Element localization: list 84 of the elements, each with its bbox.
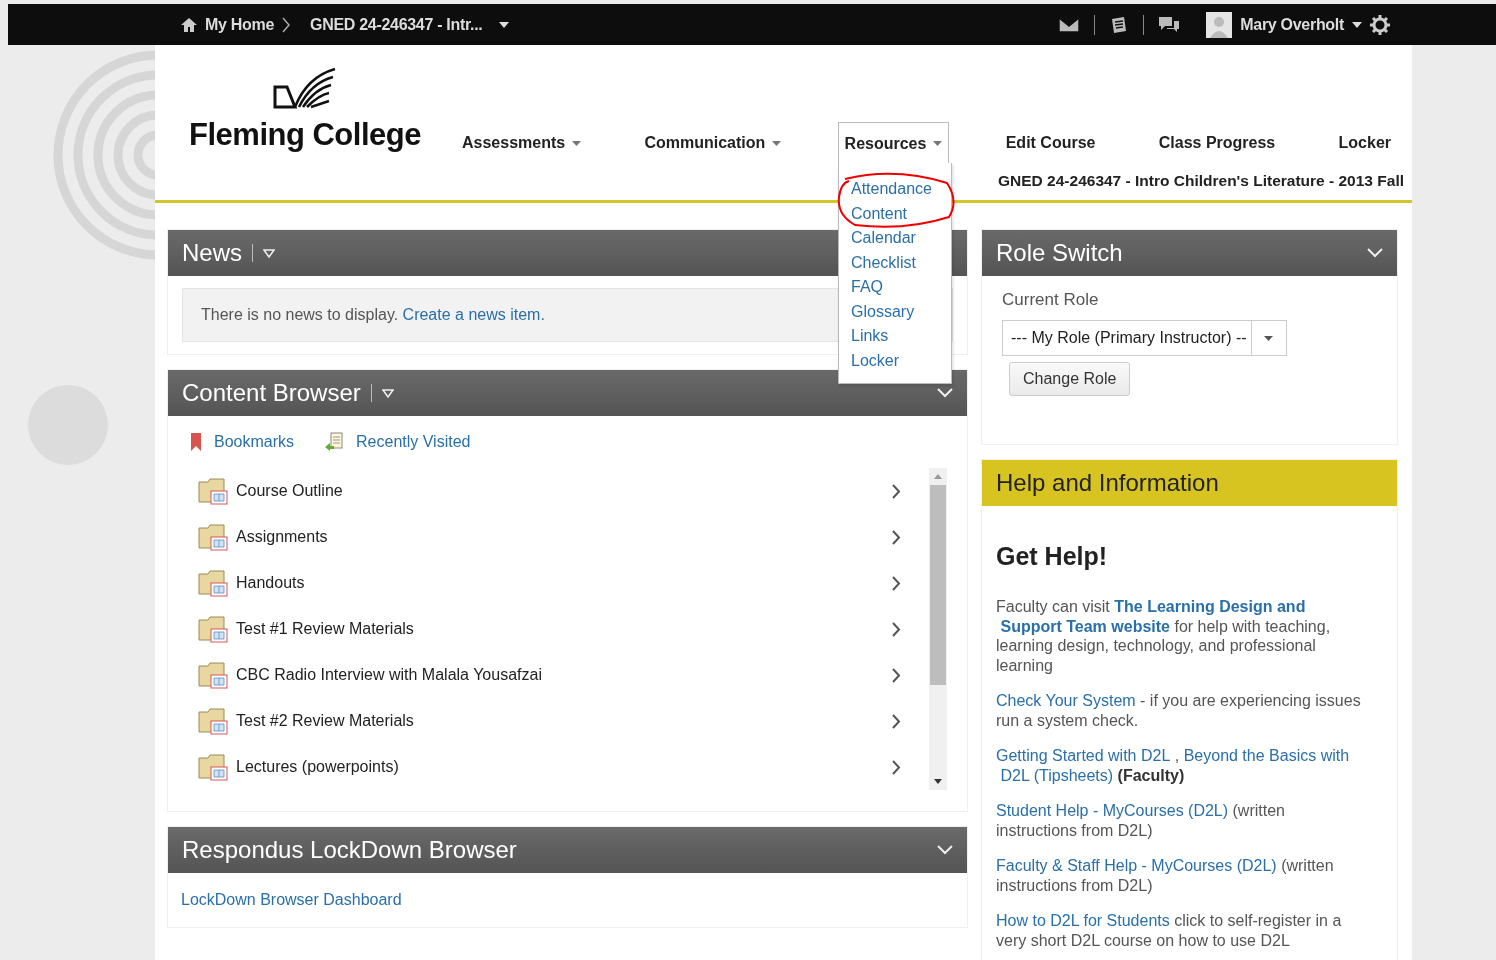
document-icon <box>324 432 345 452</box>
user-menu[interactable]: Mary Overholt <box>1240 15 1344 34</box>
widget-title: News <box>182 239 242 267</box>
help-paragraph: Faculty & Staff Help - MyCourses (D2L) (written instructions from D2L) <box>996 856 1335 895</box>
nav-tab[interactable]: Assessments <box>455 122 589 164</box>
nav-tab[interactable]: Class Progress <box>1151 122 1283 164</box>
field-label: Current Role <box>1002 290 1100 310</box>
widget-title: Role Switch <box>996 239 1123 267</box>
chevron-right-icon <box>281 15 292 34</box>
role-select[interactable]: --- My Role (Primary Instructor) -- <box>1002 320 1287 356</box>
chevron-right-icon <box>892 529 901 545</box>
menu-item[interactable]: Locker <box>851 348 951 373</box>
chevron-right-icon <box>892 713 901 729</box>
chevron-right-icon <box>892 621 901 637</box>
folder-icon <box>198 752 230 782</box>
dashboard-link[interactable]: LockDown Browser Dashboard <box>181 891 402 908</box>
link[interactable]: Getting Started with D2L <box>996 747 1171 764</box>
link[interactable]: Beyond the Basics with <box>1183 747 1350 764</box>
caret-down-icon[interactable] <box>1352 21 1362 28</box>
link[interactable]: Check Your System <box>996 692 1136 709</box>
module-item[interactable]: Assignments <box>190 514 929 560</box>
widget-title: Help and Information <box>996 469 1219 497</box>
folder-icon <box>198 660 230 690</box>
link[interactable]: Support Team website <box>1000 617 1170 635</box>
help-paragraph: Faculty can visit The Learning Design and Support Team website for help with teaching, learning design, technology, and professional learning <box>996 597 1332 675</box>
link[interactable]: Create a news item. <box>402 306 545 323</box>
chevron-right-icon <box>892 759 901 775</box>
caret-down-icon[interactable] <box>499 21 510 28</box>
scrollbar[interactable] <box>929 468 947 790</box>
help-paragraph: Check Your System - if you are experiencing issues run a system check. <box>996 691 1362 730</box>
menu-item[interactable]: Attendance <box>851 177 951 202</box>
home-icon[interactable] <box>180 16 198 33</box>
module-item[interactable]: Test #2 Review Materials <box>190 698 929 744</box>
change-role-button[interactable]: Change Role <box>1009 362 1131 396</box>
chevron-right-icon <box>892 667 901 683</box>
folder-icon <box>198 706 230 736</box>
folder-icon <box>198 568 230 598</box>
help-heading: Get Help! <box>996 542 1109 571</box>
module-item[interactable]: Handouts <box>190 560 929 606</box>
menu-item[interactable]: Checklist <box>851 250 951 275</box>
link[interactable]: Student Help - MyCourses (D2L) <box>996 802 1229 819</box>
course-selector[interactable]: GNED 24-246347 - Intr... <box>310 15 483 34</box>
triangle-down-icon[interactable] <box>263 248 275 258</box>
recently-visited-link[interactable]: Recently Visited <box>356 433 471 451</box>
widget-title: Content Browser <box>182 379 361 407</box>
menu-item[interactable]: Content <box>851 201 951 226</box>
nav-tab[interactable]: Resources <box>837 122 950 164</box>
help-paragraph: How to D2L for Students click to self-register in a very short D2L course on how to use D2L <box>996 911 1343 950</box>
chevron-down-icon[interactable] <box>937 845 953 855</box>
widget-title: Respondus LockDown Browser <box>182 836 517 864</box>
folder-icon <box>198 614 230 644</box>
module-item[interactable]: Course Outline <box>190 468 929 514</box>
chevron-down-icon[interactable] <box>937 388 953 398</box>
chevron-down-icon[interactable] <box>1367 248 1383 258</box>
chevron-right-icon <box>892 575 901 591</box>
help-paragraph: Getting Started with D2L , Beyond the Basics with D2L (Tipsheets) (Faculty) <box>996 746 1351 785</box>
home-link[interactable]: My Home <box>205 15 275 34</box>
menu-item[interactable]: Links <box>851 324 951 349</box>
folder-icon <box>198 522 230 552</box>
link[interactable]: D2L (Tipsheets) <box>1000 766 1114 784</box>
bookmark-icon <box>190 432 202 452</box>
settings-icon[interactable] <box>1370 14 1390 35</box>
nav-tab[interactable]: Edit Course <box>998 122 1103 164</box>
link[interactable]: How to D2L for Students <box>996 912 1170 929</box>
module-item[interactable]: Lectures (powerpoints) <box>190 744 929 790</box>
logo-text: Fleming College <box>189 117 421 153</box>
nav-tab[interactable]: Locker <box>1331 122 1398 164</box>
bookmarks-link[interactable]: Bookmarks <box>214 433 295 451</box>
triangle-down-icon[interactable] <box>381 388 394 398</box>
link[interactable]: The Learning Design and <box>1114 598 1306 615</box>
help-paragraph: Student Help - MyCourses (D2L) (written instructions from D2L) <box>996 801 1286 840</box>
caret-down-icon <box>1264 335 1274 341</box>
folder-icon <box>198 476 230 506</box>
avatar-icon[interactable] <box>1206 11 1233 38</box>
menu-item[interactable]: Calendar <box>851 226 951 251</box>
course-title: GNED 24-246347 - Intro Children's Literature - 2013 Fall <box>998 172 1404 190</box>
module-item[interactable]: CBC Radio Interview with Malala Yousafzai <box>190 652 929 698</box>
nav-tab[interactable]: Communication <box>637 122 789 164</box>
module-item[interactable]: Test #1 Review Materials <box>190 606 929 652</box>
link[interactable]: Faculty & Staff Help - MyCourses (D2L) <box>996 857 1277 874</box>
menu-item[interactable]: FAQ <box>851 275 951 300</box>
chevron-right-icon <box>892 483 901 499</box>
menu-item[interactable]: Glossary <box>851 299 951 324</box>
scroll-down-icon[interactable] <box>934 779 942 784</box>
